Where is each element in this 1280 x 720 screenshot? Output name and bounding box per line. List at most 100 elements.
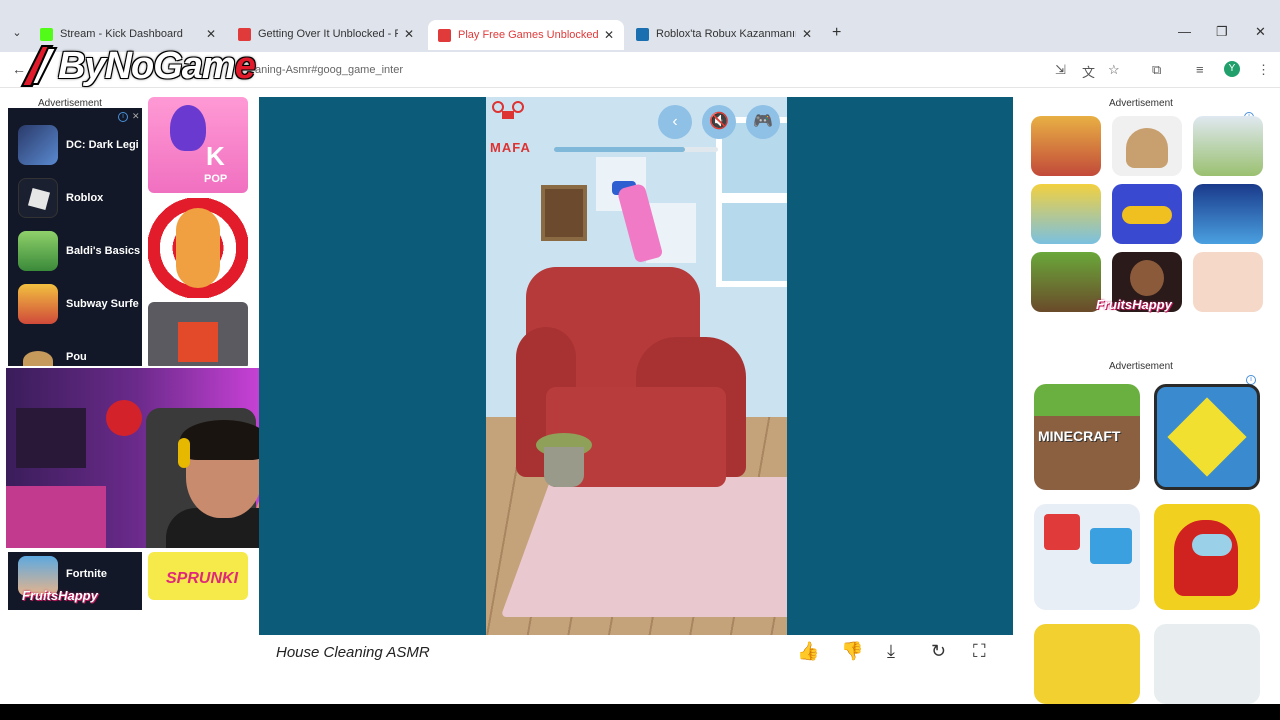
right-thumb-face-game[interactable]	[1193, 252, 1263, 312]
webcam-lantern	[106, 400, 142, 436]
thumb-kpop[interactable]: K POP	[148, 97, 248, 193]
screen-bottom-bar	[0, 704, 1280, 720]
fullscreen-icon[interactable]: ⛶	[973, 641, 986, 662]
extensions-icon[interactable]: ⧉	[1152, 62, 1161, 78]
fruits-happy-badge: FruitsHappy	[1096, 297, 1172, 312]
install-app-icon[interactable]: ⇲	[1055, 62, 1066, 78]
game-mute-button[interactable]: 🔇	[702, 105, 736, 139]
right-thumb-pou[interactable]	[1112, 116, 1182, 176]
like-thumbs-up-icon[interactable]: 👍	[797, 641, 819, 662]
bynogame-favicon-icon	[238, 27, 251, 41]
bookmark-star-icon[interactable]: ☆	[1108, 62, 1120, 78]
game-info-bar: House Cleaning ASMR 👍 👎 ⤓ ↻ ⛶	[259, 635, 1013, 671]
bynogame-logo[interactable]: ByNoGame	[18, 40, 256, 92]
translate-icon[interactable]: 文	[1082, 62, 1095, 81]
close-window-icon[interactable]: ✕	[1255, 24, 1266, 40]
tab-close-icon[interactable]: ✕	[604, 28, 614, 42]
times-two-badge	[1090, 528, 1132, 564]
geometry-dash-shape	[1167, 397, 1247, 477]
big-thumb-geometry-dash[interactable]	[1154, 384, 1260, 490]
room-window	[716, 117, 787, 287]
more-menu-icon[interactable]: ⋮	[1257, 62, 1270, 78]
window-bar	[716, 193, 787, 203]
tab-close-icon[interactable]: ✕	[404, 27, 414, 41]
big-thumb-baldi[interactable]	[1154, 624, 1260, 704]
right-thumb-action[interactable]	[1193, 184, 1263, 244]
fruits-happy-badge: FruitsHappy	[22, 588, 98, 603]
ad-close-icon[interactable]: ✕	[132, 111, 140, 122]
logo-text-end: e	[234, 44, 256, 87]
thumb-sprunki[interactable]: SPRUNKI	[148, 552, 248, 600]
buddy-character-shape	[176, 208, 220, 288]
tab-label: Play Free Games Unblocked At	[458, 29, 598, 41]
sprunki-label: SPRUNKI	[166, 570, 239, 587]
dirty-picture-frame[interactable]	[541, 185, 587, 241]
ad-info-icon[interactable]: i	[118, 112, 128, 122]
logo-slash-icon	[18, 44, 58, 88]
tab-label: Roblox'ta Robux Kazanmanın G	[656, 28, 796, 40]
fnaf-bear-shape	[1130, 260, 1164, 296]
webcam-shelf	[16, 408, 86, 468]
ad-game-name: Baldi's Basics	[66, 245, 141, 257]
ad-game-baldis-basics[interactable]: Baldi's Basics	[18, 228, 140, 274]
ad-game-roblox[interactable]: Roblox	[18, 175, 103, 221]
restore-icon[interactable]: ❐	[1216, 24, 1228, 40]
tab-roblox-robux[interactable]: Roblox'ta Robux Kazanmanın G ✕	[636, 22, 812, 46]
game-brand-text: MAFA	[490, 140, 531, 155]
right-thumb-minecraft-small[interactable]	[1031, 252, 1101, 312]
right-thumb-subway[interactable]	[1031, 116, 1101, 176]
ad-game-dc-dark-legion[interactable]: DC: Dark Legi	[18, 122, 139, 168]
big-thumb-chicken-game[interactable]	[1034, 624, 1140, 704]
download-icon[interactable]: ⤓	[887, 641, 895, 662]
ad-game-name: Subway Surfe	[66, 298, 139, 310]
room-rug	[500, 477, 787, 617]
minus-three-badge	[1044, 514, 1080, 550]
game-controller-button[interactable]: 🎮	[746, 105, 780, 139]
tab-close-icon[interactable]: ✕	[206, 27, 216, 41]
left-ad-panel[interactable]: i ✕ DC: Dark Legi Roblox Baldi's Basics …	[8, 108, 142, 377]
cleaning-progress-bar	[554, 147, 718, 152]
page-favicon-icon	[636, 27, 649, 41]
kpop-character-shape	[170, 105, 206, 151]
kick-favicon-icon	[40, 27, 53, 41]
webcam-person-hair	[180, 420, 268, 460]
tab-label: Getting Over It Unblocked - Pla	[258, 28, 398, 40]
game-brand-mafa: MAFA	[490, 101, 531, 155]
tab-close-icon[interactable]: ✕	[802, 27, 812, 41]
right-thumb-slither[interactable]	[1112, 184, 1182, 244]
big-thumb-count-masters[interactable]	[1034, 504, 1140, 610]
minimize-icon[interactable]: —	[1178, 24, 1191, 39]
new-tab-button[interactable]: +	[832, 24, 841, 42]
thumb-pixel-game[interactable]	[148, 302, 248, 370]
thumb-kick-the-buddy[interactable]	[148, 198, 248, 298]
game-canvas[interactable]: MAFA ‹ 🔇 🎮	[486, 97, 787, 635]
ad-game-name: DC: Dark Legi	[66, 139, 139, 151]
right-ad-label-top: Advertisement	[1109, 98, 1173, 109]
right-thumb-baldi[interactable]	[1193, 116, 1263, 176]
ad-game-subway-surfers[interactable]: Subway Surfe	[18, 281, 139, 327]
dislike-thumbs-down-icon[interactable]: 👎	[841, 641, 863, 662]
baldi-icon	[18, 231, 58, 271]
address-bar-url[interactable]: aning-Asmr#goog_game_inter	[255, 64, 403, 76]
right-thumb-talking-tom[interactable]	[1031, 184, 1101, 244]
ad-game-name: Fortnite	[66, 568, 107, 580]
pixel-character-shape	[178, 322, 218, 362]
minecraft-label: MINECRAFT	[1038, 428, 1121, 444]
big-thumb-minecraft[interactable]: MINECRAFT	[1034, 384, 1140, 490]
profile-avatar[interactable]: Y	[1224, 61, 1240, 77]
kpop-k-letter: K	[206, 141, 225, 171]
media-control-icon[interactable]: ≡	[1196, 62, 1204, 77]
tab-getting-over-it[interactable]: Getting Over It Unblocked - Pla ✕	[238, 22, 414, 46]
dc-game-icon	[18, 125, 58, 165]
reload-icon[interactable]: ↻	[931, 641, 946, 662]
right-ad-label-bottom: Advertisement	[1109, 361, 1173, 372]
big-thumb-among-us[interactable]	[1154, 504, 1260, 610]
game-back-button[interactable]: ‹	[658, 105, 692, 139]
among-us-crewmate	[1174, 520, 1238, 596]
tab-play-free-games[interactable]: Play Free Games Unblocked At ✕	[428, 20, 625, 50]
ad-game-fortnite[interactable]: Fortnite FruitsHappy	[8, 552, 142, 610]
roblox-logo-shape	[27, 187, 51, 211]
snake-shape	[1122, 206, 1172, 224]
subway-surfers-icon	[18, 284, 58, 324]
ad-game-name: Pou	[66, 351, 87, 363]
